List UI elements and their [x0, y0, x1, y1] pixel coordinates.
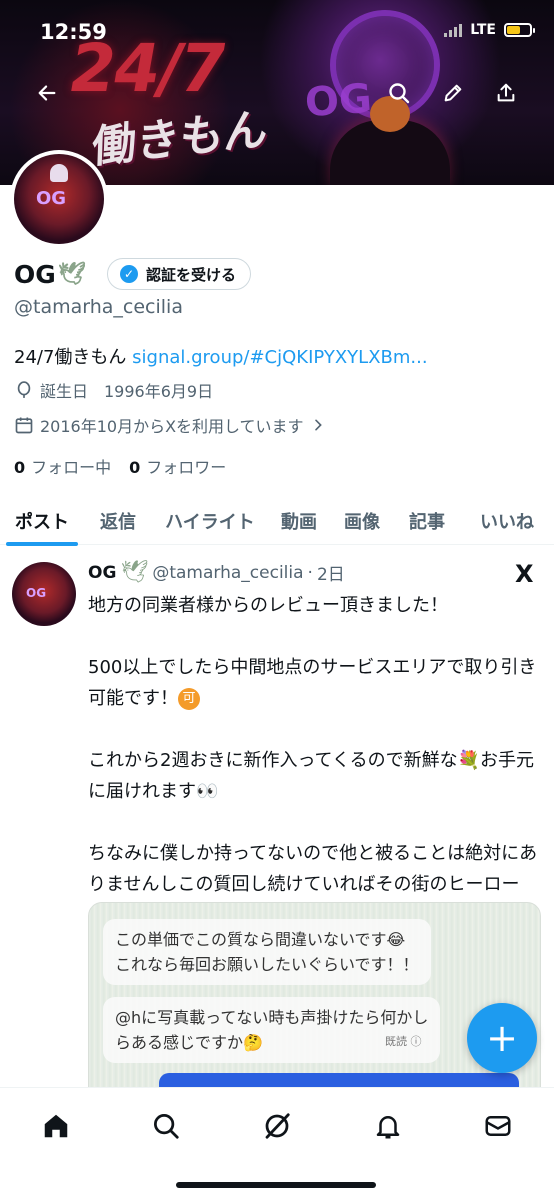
tab-articles[interactable]: 記事: [394, 497, 460, 545]
battery-level: [507, 26, 521, 34]
bio-text: 24/7働きもん: [14, 347, 133, 368]
status-indicators: LTE: [444, 22, 535, 38]
post-time-separator: ·: [307, 562, 313, 583]
image-text-line: らある感じですか🤔: [115, 1033, 263, 1052]
post-timestamp[interactable]: 2日: [317, 560, 345, 585]
tab-label: ポスト: [15, 512, 69, 533]
search-icon: [154, 1114, 179, 1139]
bell-icon: [376, 1116, 400, 1139]
pencil-icon: [444, 84, 462, 102]
following-label: フォロー中: [31, 458, 112, 477]
follow-stats: 0 フォロー中 0 フォロワー: [14, 454, 226, 478]
banner-figure-graphic: [330, 96, 450, 185]
image-text-line: @hに写真載ってない時も声掛けたら何かし: [115, 1008, 429, 1027]
plus-icon: +: [486, 1016, 518, 1060]
home-icon: [44, 1114, 68, 1138]
nav-grok[interactable]: [257, 1106, 297, 1146]
get-verified-label: 認証を受ける: [146, 265, 237, 284]
tab-likes[interactable]: いいね: [460, 497, 554, 545]
birthday-row: 誕生日 1996年6月9日: [14, 378, 213, 402]
profile-handle: @tamarha_cecilia: [14, 296, 183, 318]
mail-icon: [485, 1116, 511, 1136]
dove-emoji: 🕊: [57, 262, 86, 287]
post-line: 地方の同業者様からのレビュー頂きました！: [88, 595, 448, 616]
image-text-line: これなら毎回お願いしたいぐらいです！！: [115, 955, 419, 974]
arrow-left-icon: [38, 85, 56, 101]
search-icon: [389, 83, 410, 104]
network-label: LTE: [470, 22, 496, 38]
post-author-handle[interactable]: @tamarha_cecilia: [152, 563, 303, 583]
followers-label: フォロワー: [146, 458, 227, 477]
calendar-icon: [15, 417, 33, 434]
balloon-icon: [17, 381, 31, 398]
tab-highlights[interactable]: ハイライト: [152, 497, 268, 545]
nav-home[interactable]: [36, 1106, 76, 1146]
tab-replies[interactable]: 返信: [84, 497, 152, 545]
grok-icon: [265, 1113, 290, 1139]
back-button[interactable]: [30, 76, 64, 110]
post-line: 500以上でしたら中間地点のサービスエリアで取り引き可能です！可: [88, 652, 538, 714]
tab-label: 返信: [100, 512, 136, 533]
edit-button[interactable]: [436, 76, 470, 110]
avatar-hat-graphic: [50, 164, 68, 182]
post-line: これから2週おきに新作入ってくるので新鮮な💐お手元に届けれます👀: [88, 750, 535, 802]
image-read-receipt: 既読 ⓘ: [385, 1035, 422, 1048]
image-chat-bubble: この単価でこの質なら間違いないです😂 これなら毎回お願いしたいぐらいです！！: [103, 919, 431, 985]
post-dove-emoji: 🕊: [120, 560, 149, 585]
avatar-logo-text: OG: [36, 188, 67, 209]
ka-badge-emoji: 可: [178, 688, 200, 710]
post-avatar-logo-text: OG: [26, 586, 47, 600]
share-icon: [497, 83, 515, 102]
joined-text: 2016年10月からXを利用しています: [40, 417, 304, 436]
signal-icon: [444, 23, 463, 37]
nav-messages[interactable]: [478, 1106, 518, 1146]
profile-avatar[interactable]: OG: [10, 150, 108, 248]
verified-check-icon: ✓: [120, 265, 138, 283]
post-line: ちなみに僕しか持ってないので他と被ることは絶対にありませんしこの質回し続けていれ…: [88, 843, 538, 895]
post-body[interactable]: 地方の同業者様からのレビュー頂きました！ 500以上でしたら中間地点のサービスエ…: [88, 590, 538, 900]
post-header: OG 🕊 @tamarha_cecilia · 2日: [88, 560, 345, 585]
tab-images[interactable]: 画像: [330, 497, 394, 545]
post-author-name[interactable]: OG: [88, 563, 116, 583]
bio-link[interactable]: signal.group/#CjQKIPYXYLXBm...: [132, 347, 427, 368]
tab-posts[interactable]: ポスト: [0, 497, 84, 546]
tab-label: 画像: [344, 512, 380, 533]
tab-videos[interactable]: 動画: [268, 497, 330, 545]
chevron-right-icon: [314, 419, 322, 431]
image-chat-bubble: @hに写真載ってない時も声掛けたら何かし らある感じですか🤔: [103, 997, 441, 1063]
display-name: OG 🕊: [14, 260, 86, 289]
post-image[interactable]: この単価でこの質なら間違いないです😂 これなら毎回お願いしたいぐらいです！！ @…: [88, 902, 541, 1102]
banner-logo-text: OG: [303, 75, 374, 127]
profile-tabs: ポスト 返信 ハイライト 動画 画像 記事 いいね: [0, 497, 554, 546]
image-text-line: この単価でこの質なら間違いないです😂: [115, 930, 406, 949]
avatar-image: OG: [14, 154, 104, 244]
post-line-text: 500以上でしたら中間地点のサービスエリアで取り引き可能です！: [88, 657, 537, 709]
nav-notifications[interactable]: [368, 1106, 408, 1146]
followers-count: 0: [129, 458, 141, 477]
battery-icon: [504, 23, 535, 37]
status-time: 12:59: [40, 20, 107, 44]
post-author-avatar[interactable]: OG: [12, 562, 76, 626]
home-indicator: [176, 1182, 376, 1188]
tab-label: ハイライト: [165, 512, 255, 533]
nav-search[interactable]: [146, 1106, 186, 1146]
display-name-text: OG: [14, 260, 56, 289]
x-logo-icon: X: [515, 560, 534, 588]
following-count: 0: [14, 458, 26, 477]
compose-post-button[interactable]: +: [467, 1003, 537, 1073]
following-link[interactable]: 0 フォロー中: [14, 454, 111, 478]
share-button[interactable]: [489, 76, 523, 110]
joined-row[interactable]: 2016年10月からXを利用しています: [14, 413, 326, 437]
profile-bio: 24/7働きもん signal.group/#CjQKIPYXYLXBm...: [14, 343, 428, 369]
get-verified-button[interactable]: ✓ 認証を受ける: [107, 258, 252, 290]
tab-label: 記事: [409, 512, 445, 533]
tab-label: 動画: [281, 512, 317, 533]
followers-link[interactable]: 0 フォロワー: [129, 454, 226, 478]
search-button[interactable]: [382, 76, 416, 110]
birthday-text: 誕生日 1996年6月9日: [40, 382, 214, 401]
tab-label: いいね: [480, 512, 534, 533]
